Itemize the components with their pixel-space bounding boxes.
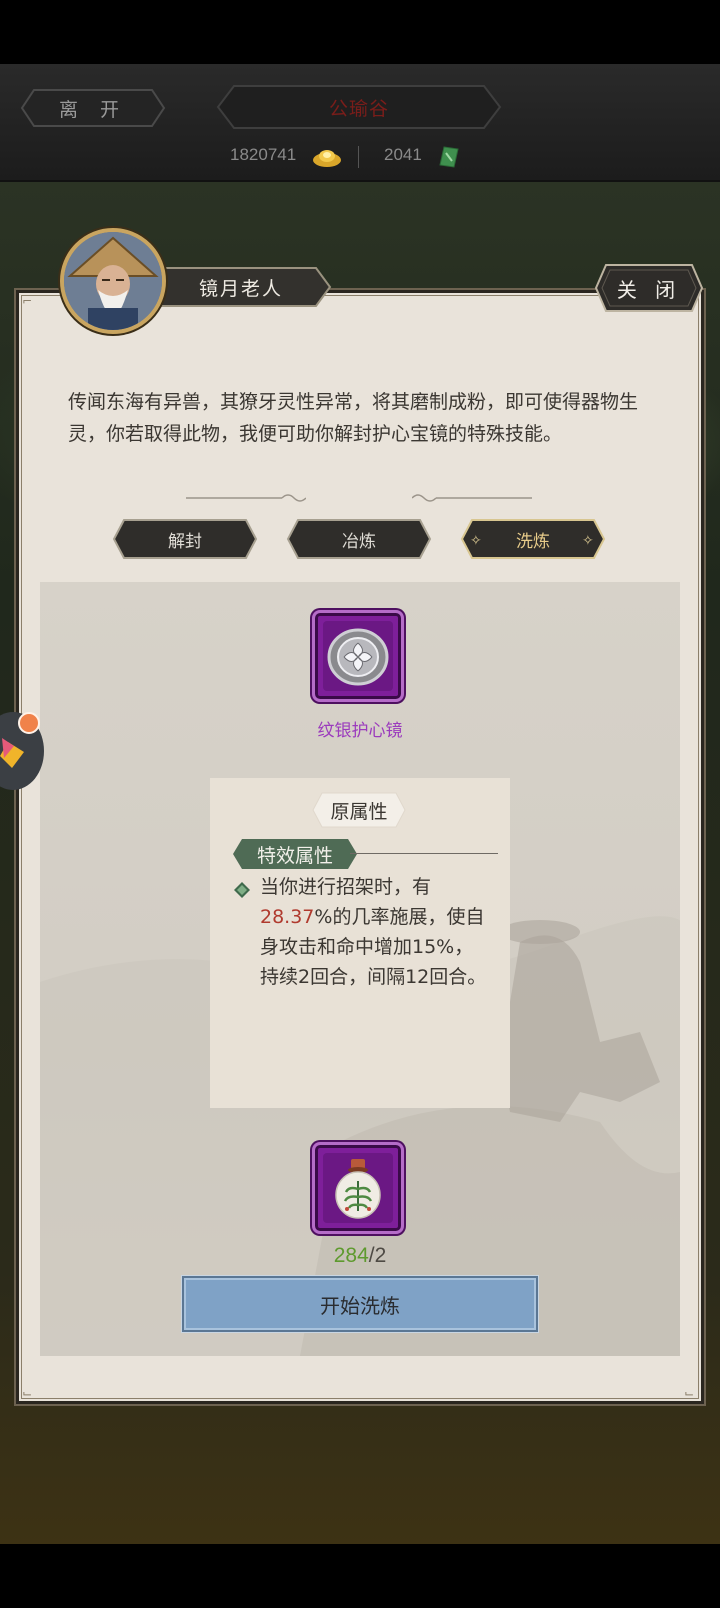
medicine-pouch-icon (335, 1159, 381, 1219)
jade-amount: 2041 (384, 145, 422, 164)
tab-refine[interactable]: ✧ ✧ 洗炼 (460, 518, 606, 560)
special-effect-description: 当你进行招架时，有28.37%的几率施展，使自身攻击和命中增加15%，持续2回合… (260, 872, 490, 992)
equipment-slot[interactable] (312, 610, 404, 702)
original-attribute-title: 原属性 (312, 792, 406, 828)
gold-ingot-icon (313, 150, 341, 167)
leave-button-label: 离 开 (58, 98, 128, 121)
leave-button[interactable]: 离 开 (20, 88, 166, 128)
start-refine-label: 开始洗炼 (320, 1293, 400, 1318)
tab-refine-label: 洗炼 (516, 531, 550, 552)
npc-name-plate: 镜月老人 (150, 266, 332, 308)
original-attribute-label: 原属性 (330, 800, 388, 823)
jade-icon (439, 146, 459, 168)
panel-corner-ornament: ⌙ (22, 1386, 33, 1400)
panel-corner-ornament: ⌐ (22, 294, 33, 308)
material-slot[interactable] (312, 1142, 404, 1234)
ornament-divider-right (412, 494, 532, 502)
tab-unseal[interactable]: 解封 (112, 518, 258, 560)
tab-smelt-label: 冶炼 (342, 531, 376, 552)
location-title-plate: 公瑜谷 (216, 84, 502, 130)
gold-amount: 1820741 (230, 145, 297, 164)
navigation-bar (0, 1544, 720, 1608)
material-required: /2 (368, 1244, 387, 1267)
special-effect-label: 特效属性 (256, 844, 333, 867)
status-bar (0, 0, 720, 64)
svg-text:✧: ✧ (470, 533, 482, 549)
currency-divider (358, 146, 359, 168)
notification-dot (18, 712, 40, 734)
npc-dialogue: 传闻东海有异兽，其獠牙灵性异常，将其磨制成粉，即可使得器物生灵，你若取得此物，我… (68, 391, 639, 445)
special-effect-tag: 特效属性 (232, 838, 358, 870)
silver-mirror-icon (327, 628, 389, 686)
npc-avatar (60, 228, 166, 334)
material-owned: 284 (333, 1244, 369, 1267)
equipment-name: 纹银护心镜 (317, 721, 403, 741)
attribute-card: 原属性 特效属性 当你进行招架时，有28.37%的几率施展，使自身攻击和命中增加… (210, 778, 510, 1108)
location-title: 公瑜谷 (328, 97, 389, 120)
old-man-portrait (64, 232, 162, 330)
tab-smelt[interactable]: 冶炼 (286, 518, 432, 560)
effect-text-before: 当你进行招架时，有 (260, 876, 432, 898)
material-count: 284/2 (0, 1244, 720, 1268)
panel-corner-ornament: ⌙ (684, 1386, 695, 1400)
close-button[interactable]: 关 闭 (594, 262, 704, 314)
diamond-bullet-icon (234, 882, 250, 898)
attribute-divider-line (350, 853, 498, 854)
close-button-label: 关 闭 (616, 277, 682, 302)
gold-currency: 1820741 (230, 145, 296, 165)
svg-text:✧: ✧ (582, 533, 594, 549)
jade-currency: 2041 (384, 145, 422, 165)
npc-name: 镜月老人 (198, 277, 283, 300)
start-refine-button[interactable]: 开始洗炼 (182, 1276, 538, 1332)
tab-unseal-label: 解封 (168, 531, 202, 552)
effect-chance-value: 28.37 (260, 906, 315, 928)
ornament-divider-left (186, 494, 306, 502)
